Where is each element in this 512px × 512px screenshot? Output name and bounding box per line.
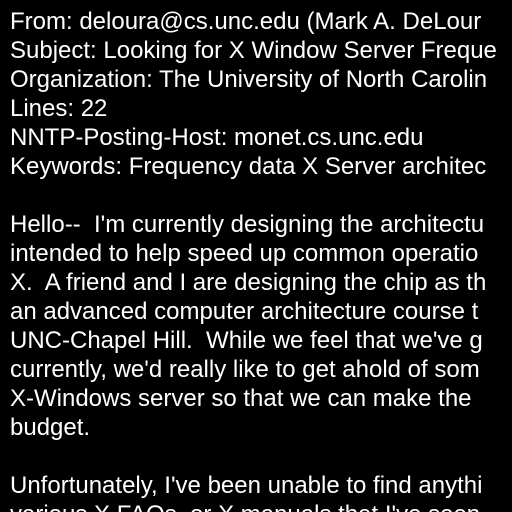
body-line: currently, we'd really like to get ahold…: [10, 356, 480, 383]
header-organization: Organization: The University of North Ca…: [10, 66, 488, 93]
body-line: various X FAQs, or X manuals that I've s…: [10, 500, 512, 512]
body-line: UNC-Chapel Hill. While we feel that we'v…: [10, 327, 483, 354]
body-line: intended to help speed up common operati…: [10, 240, 479, 267]
message-view: From: deloura@cs.unc.edu (Mark A. DeLour…: [0, 0, 512, 512]
body-line: an advanced computer architecture course…: [10, 298, 479, 325]
body-line: X. A friend and I are designing the chip…: [10, 269, 487, 296]
header-subject: Subject: Looking for X Window Server Fre…: [10, 37, 497, 64]
message-text: From: deloura@cs.unc.edu (Mark A. DeLour…: [10, 7, 512, 512]
header-nntp-posting-host: NNTP-Posting-Host: monet.cs.unc.edu: [10, 124, 424, 151]
body-line: X-Windows server so that we can make the: [10, 385, 472, 412]
header-keywords: Keywords: Frequency data X Server archit…: [10, 153, 487, 180]
body-line: Unfortunately, I've been unable to find …: [10, 472, 483, 499]
header-lines: Lines: 22: [10, 95, 108, 122]
body-line: budget.: [10, 414, 91, 441]
header-from: From: deloura@cs.unc.edu (Mark A. DeLour: [10, 8, 482, 35]
body-line: Hello-- I'm currently designing the arch…: [10, 211, 485, 238]
